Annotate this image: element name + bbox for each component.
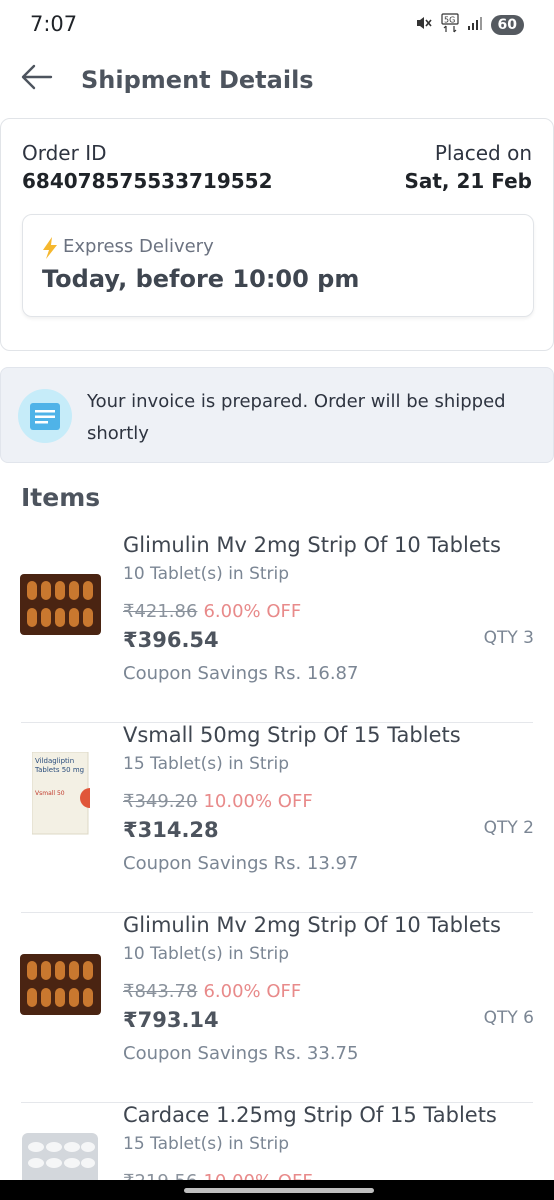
item-coupon-savings: Coupon Savings Rs. 16.87 [123,663,359,684]
item-discount: 10.00% OFF [203,1171,312,1180]
item-quantity: QTY 2 [483,818,534,838]
order-id-label: Order ID [22,141,107,165]
svg-text:5G: 5G [444,16,455,25]
item-quantity: QTY 3 [483,628,534,648]
invoice-message: Your invoice is prepared. Order will be … [87,391,506,444]
placed-on-label: Placed on [434,141,532,165]
item-price-row: ₹349.20 10.00% OFF [123,791,313,812]
item-mrp: ₹349.20 [123,791,198,812]
product-image [20,1133,101,1180]
order-id-value: 684078575533719552 [22,169,273,193]
order-summary-card: Order ID 684078575533719552 Placed on Sa… [0,118,554,351]
item-quantity: QTY 6 [483,1008,534,1028]
item-pack-size: 15 Tablet(s) in Strip [123,754,290,774]
item-coupon-savings: Coupon Savings Rs. 33.75 [123,1043,359,1064]
invoice-status-banner: Your invoice is prepared. Order will be … [0,367,554,463]
battery-icon: 60 [490,15,524,35]
product-box-brand: Vsmall 50 [35,790,65,797]
item-name: Glimulin Mv 2mg Strip Of 10 Tablets [123,533,501,557]
item-price-row: ₹421.86 6.00% OFF [123,601,301,622]
header: Shipment Details [0,52,554,112]
network-5g-icon: 5G [440,13,459,37]
list-item[interactable]: Glimulin Mv 2mg Strip Of 10 Tablets 10 T… [0,913,554,1103]
delivery-time: Today, before 10:00 pm [42,265,360,293]
delivery-info-box: Express Delivery Today, before 10:00 pm [22,214,534,317]
item-pack-size: 15 Tablet(s) in Strip [123,1134,290,1154]
list-item[interactable]: Glimulin Mv 2mg Strip Of 10 Tablets 10 T… [0,533,554,723]
back-button[interactable] [20,60,60,100]
placed-on-date: Sat, 21 Feb [404,169,532,193]
list-item[interactable]: Cardace 1.25mg Strip Of 15 Tablets 15 Ta… [0,1103,554,1180]
items-heading: Items [21,483,101,512]
item-name: Vsmall 50mg Strip Of 15 Tablets [123,723,461,747]
item-pack-size: 10 Tablet(s) in Strip [123,944,290,964]
status-bar: 7:07 5G 60 [0,0,554,50]
product-image [20,954,101,1015]
item-discount: 6.00% OFF [203,981,302,1002]
document-icon [18,389,72,443]
item-coupon-savings: Coupon Savings Rs. 13.97 [123,853,359,874]
list-item[interactable]: Vildagliptin Tablets 50 mg Vsmall 50 Vsm… [0,723,554,913]
item-name: Cardace 1.25mg Strip Of 15 Tablets [123,1103,497,1127]
product-box-text: Vildagliptin Tablets 50 mg [35,757,85,774]
item-price: ₹793.14 [123,1008,219,1032]
mute-icon [415,14,433,36]
item-price-row: ₹843.78 6.00% OFF [123,981,301,1002]
item-mrp: ₹219.56 [123,1171,197,1180]
item-price: ₹314.28 [123,818,219,842]
navigation-bar [0,1180,554,1200]
delivery-type-label: Express Delivery [63,236,214,257]
status-time: 7:07 [30,12,78,36]
item-pack-size: 10 Tablet(s) in Strip [123,564,290,584]
item-mrp: ₹421.86 [123,601,198,622]
item-price: ₹396.54 [123,628,219,652]
item-mrp: ₹843.78 [123,981,198,1002]
item-name: Glimulin Mv 2mg Strip Of 10 Tablets [123,913,501,937]
item-price-row: ₹219.56 10.00% OFF [123,1171,313,1180]
item-discount: 10.00% OFF [203,791,313,812]
arrow-left-icon [21,64,53,90]
product-image: Vildagliptin Tablets 50 mg Vsmall 50 [31,751,100,836]
page-title: Shipment Details [81,66,314,94]
status-icons: 5G 60 [415,13,524,37]
lightning-bolt-icon [42,237,58,263]
product-image [20,574,101,635]
signal-icon [467,15,483,35]
home-indicator[interactable] [184,1188,374,1193]
item-discount: 6.00% OFF [203,601,302,622]
